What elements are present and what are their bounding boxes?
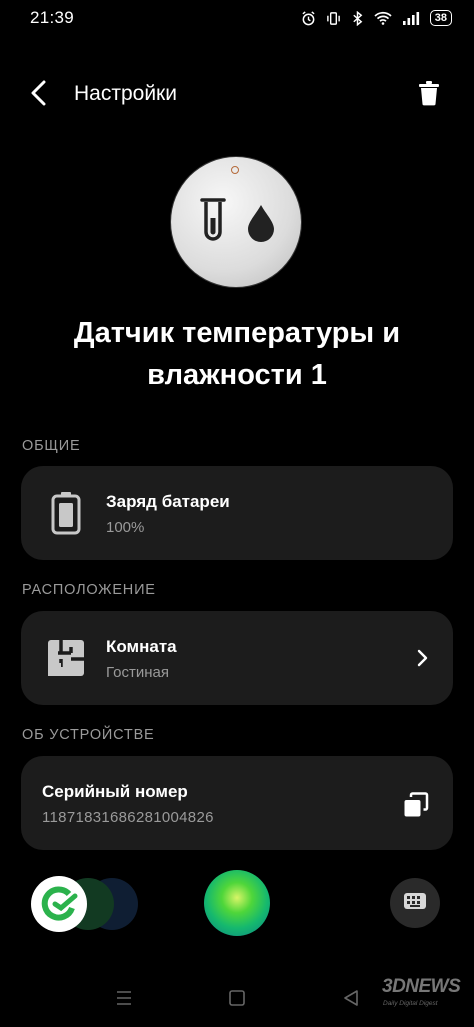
section-label-location: РАСПОЛОЖЕНИЕ — [22, 582, 156, 598]
section-label-about: ОБ УСТРОЙСТВЕ — [22, 727, 155, 743]
room-value: Гостиная — [106, 664, 169, 681]
home-button[interactable] — [229, 990, 245, 1011]
back-icon — [343, 990, 359, 1010]
menu-button[interactable] — [116, 990, 132, 1011]
watermark-tagline: Daily Digital Digest — [383, 1000, 438, 1007]
nav-back-button[interactable] — [343, 990, 359, 1011]
keyboard-button[interactable] — [390, 878, 440, 928]
signal-icon — [402, 11, 420, 25]
menu-icon — [116, 991, 132, 1010]
serial-title: Серийный номер — [42, 782, 188, 801]
battery-value: 100% — [106, 519, 145, 536]
bluetooth-icon — [351, 10, 364, 26]
room-card[interactable]: Комната Гостиная — [21, 611, 453, 705]
keyboard-icon — [403, 892, 427, 915]
copy-icon[interactable] — [403, 792, 429, 823]
device-name: Датчик температуры и влажности 1 — [73, 317, 401, 391]
wifi-icon — [374, 11, 392, 25]
test-tube-icon — [200, 198, 226, 249]
battery-icon: 38 — [429, 10, 452, 26]
status-time: 21:39 — [30, 8, 75, 27]
battery-title: Заряд батареи — [106, 492, 230, 511]
battery-full-icon — [51, 491, 81, 540]
device-image — [171, 157, 301, 287]
serial-card: Серийный номер 11871831686281004826 — [21, 756, 453, 850]
home-icon — [229, 990, 245, 1010]
chevron-right-icon — [417, 649, 429, 672]
alarm-icon — [301, 10, 316, 26]
section-label-general: ОБЩИЕ — [22, 438, 81, 454]
vibrate-icon — [326, 11, 341, 26]
status-icons: 38 — [301, 8, 452, 28]
battery-card: Заряд батареи 100% — [21, 466, 453, 560]
chevron-left-icon — [30, 80, 48, 111]
serial-value: 11871831686281004826 — [42, 809, 214, 826]
room-title: Комната — [106, 637, 177, 656]
room-icon — [47, 639, 85, 682]
device-led — [231, 166, 239, 174]
trash-icon — [418, 80, 440, 111]
watermark-logo: 3DNEWS — [382, 976, 461, 997]
voice-assistant-icon[interactable] — [204, 870, 270, 936]
sber-app-icon[interactable] — [31, 876, 87, 932]
delete-button[interactable] — [414, 80, 444, 110]
page-title: Настройки — [74, 82, 177, 105]
droplet-icon — [246, 204, 276, 247]
back-button[interactable] — [24, 80, 54, 110]
